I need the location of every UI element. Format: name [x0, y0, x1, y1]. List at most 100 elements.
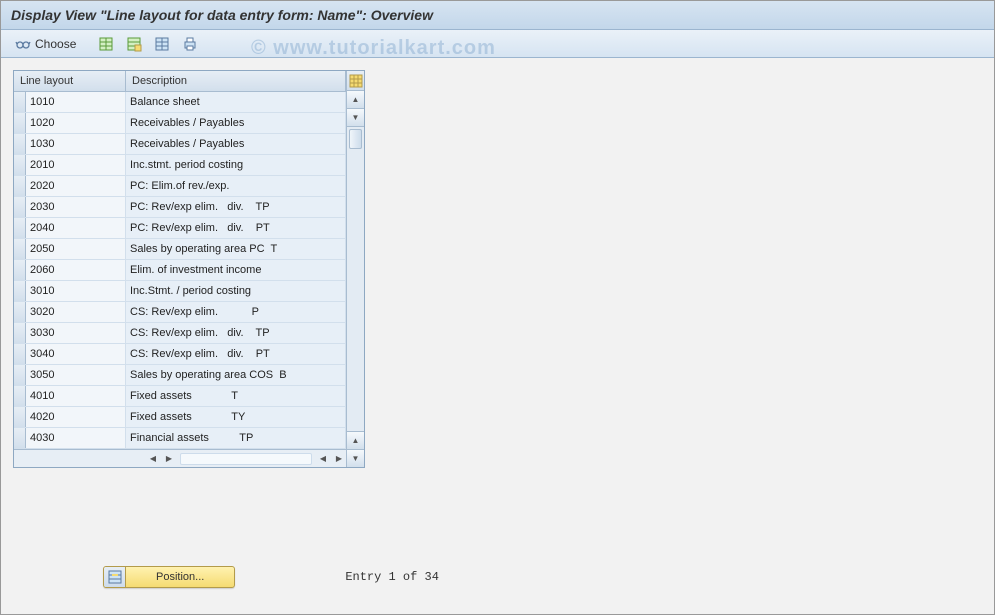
row-selector[interactable] — [14, 428, 26, 448]
table-config-icon[interactable] — [349, 74, 363, 88]
cell-line-layout[interactable]: 2020 — [26, 176, 126, 196]
row-selector[interactable] — [14, 344, 26, 364]
cell-description[interactable]: Sales by operating area PC T — [126, 239, 346, 259]
row-selector[interactable] — [14, 323, 26, 343]
table-row[interactable]: 2010Inc.stmt. period costing — [14, 155, 346, 176]
table-row[interactable]: 1020Receivables / Payables — [14, 113, 346, 134]
vscroll-down-icon[interactable]: ▼ — [347, 449, 364, 467]
cell-line-layout[interactable]: 1010 — [26, 92, 126, 112]
table-row[interactable]: 1030Receivables / Payables — [14, 134, 346, 155]
entry-count-label: Entry 1 of 34 — [345, 570, 439, 584]
row-selector[interactable] — [14, 260, 26, 280]
vscroll-up-icon[interactable]: ▲ — [347, 91, 364, 109]
row-selector[interactable] — [14, 197, 26, 217]
row-selector[interactable] — [14, 281, 26, 301]
row-selector[interactable] — [14, 134, 26, 154]
content-area: Line layout Description 1010Balance shee… — [1, 58, 994, 480]
toolbar-icon-4[interactable] — [178, 34, 202, 54]
choose-button[interactable]: Choose — [11, 34, 80, 54]
cell-line-layout[interactable]: 2040 — [26, 218, 126, 238]
table-row[interactable]: 3040CS: Rev/exp elim. div. PT — [14, 344, 346, 365]
table-row[interactable]: 2020PC: Elim.of rev./exp. — [14, 176, 346, 197]
col-header-description[interactable]: Description — [126, 71, 346, 91]
table-row[interactable]: 2060Elim. of investment income — [14, 260, 346, 281]
row-selector[interactable] — [14, 218, 26, 238]
cell-line-layout[interactable]: 3050 — [26, 365, 126, 385]
cell-line-layout[interactable]: 3010 — [26, 281, 126, 301]
row-selector[interactable] — [14, 365, 26, 385]
vscroll-up2-icon[interactable]: ▲ — [347, 431, 364, 449]
row-selector[interactable] — [14, 176, 26, 196]
table-row[interactable]: 2040PC: Rev/exp elim. div. PT — [14, 218, 346, 239]
toolbar-icon-3[interactable] — [150, 34, 174, 54]
vscroll-track[interactable] — [347, 127, 364, 431]
cell-line-layout[interactable]: 2060 — [26, 260, 126, 280]
grid-save-icon — [126, 36, 142, 52]
cell-description[interactable]: Financial assets TP — [126, 428, 346, 448]
table-row[interactable]: 4030Financial assets TP — [14, 428, 346, 449]
table-body: 1010Balance sheet1020Receivables / Payab… — [14, 92, 346, 449]
table-row[interactable]: 1010Balance sheet — [14, 92, 346, 113]
row-selector[interactable] — [14, 92, 26, 112]
cell-description[interactable]: Fixed assets TY — [126, 407, 346, 427]
hscroll-track[interactable] — [180, 453, 312, 465]
cell-description[interactable]: Receivables / Payables — [126, 113, 346, 133]
print-icon — [182, 36, 198, 52]
position-label: Position... — [126, 571, 234, 583]
cell-description[interactable]: Elim. of investment income — [126, 260, 346, 280]
table-row[interactable]: 4020Fixed assets TY — [14, 407, 346, 428]
table-row[interactable]: 4010Fixed assets T — [14, 386, 346, 407]
window-title-text: Display View "Line layout for data entry… — [11, 7, 433, 23]
cell-line-layout[interactable]: 3040 — [26, 344, 126, 364]
hscroll-left-icon[interactable]: ◀ — [146, 452, 160, 466]
table-row[interactable]: 3020CS: Rev/exp elim. P — [14, 302, 346, 323]
hscroll-left2-icon[interactable]: ◀ — [316, 452, 330, 466]
cell-description[interactable]: Balance sheet — [126, 92, 346, 112]
cell-description[interactable]: PC: Rev/exp elim. div. PT — [126, 218, 346, 238]
data-table: Line layout Description 1010Balance shee… — [13, 70, 365, 468]
row-selector[interactable] — [14, 302, 26, 322]
row-selector[interactable] — [14, 239, 26, 259]
cell-description[interactable]: CS: Rev/exp elim. P — [126, 302, 346, 322]
hscroll-right-icon[interactable]: ▶ — [332, 452, 346, 466]
cell-description[interactable]: Receivables / Payables — [126, 134, 346, 154]
cell-description[interactable]: CS: Rev/exp elim. div. PT — [126, 344, 346, 364]
row-selector[interactable] — [14, 386, 26, 406]
table-row[interactable]: 2030PC: Rev/exp elim. div. TP — [14, 197, 346, 218]
cell-description[interactable]: PC: Elim.of rev./exp. — [126, 176, 346, 196]
cell-line-layout[interactable]: 2050 — [26, 239, 126, 259]
toolbar-icon-1[interactable] — [94, 34, 118, 54]
cell-description[interactable]: Inc.stmt. period costing — [126, 155, 346, 175]
cell-line-layout[interactable]: 3020 — [26, 302, 126, 322]
cell-line-layout[interactable]: 4010 — [26, 386, 126, 406]
table-row[interactable]: 3010Inc.Stmt. / period costing — [14, 281, 346, 302]
cell-line-layout[interactable]: 1020 — [26, 113, 126, 133]
cell-line-layout[interactable]: 2030 — [26, 197, 126, 217]
table-row[interactable]: 3030CS: Rev/exp elim. div. TP — [14, 323, 346, 344]
cell-description[interactable]: Inc.Stmt. / period costing — [126, 281, 346, 301]
vscroll-thumb[interactable] — [349, 129, 362, 149]
vertical-scrollbar[interactable]: ▲ ▼ ▲ ▼ — [346, 71, 364, 467]
choose-label: Choose — [35, 37, 76, 51]
vscroll-down1-icon[interactable]: ▼ — [347, 109, 364, 127]
table-row[interactable]: 3050Sales by operating area COS B — [14, 365, 346, 386]
cell-line-layout[interactable]: 2010 — [26, 155, 126, 175]
hscroll-right-inner-icon[interactable]: ▶ — [162, 452, 176, 466]
cell-description[interactable]: PC: Rev/exp elim. div. TP — [126, 197, 346, 217]
row-selector[interactable] — [14, 155, 26, 175]
position-button[interactable]: Position... — [103, 566, 235, 588]
col1-label: Line layout — [20, 75, 73, 87]
cell-description[interactable]: Fixed assets T — [126, 386, 346, 406]
horizontal-scrollbar[interactable]: ◀ ▶ ◀ ▶ — [14, 449, 346, 467]
cell-line-layout[interactable]: 1030 — [26, 134, 126, 154]
cell-line-layout[interactable]: 4020 — [26, 407, 126, 427]
cell-line-layout[interactable]: 3030 — [26, 323, 126, 343]
cell-description[interactable]: CS: Rev/exp elim. div. TP — [126, 323, 346, 343]
row-selector[interactable] — [14, 407, 26, 427]
cell-line-layout[interactable]: 4030 — [26, 428, 126, 448]
toolbar-icon-2[interactable] — [122, 34, 146, 54]
table-row[interactable]: 2050Sales by operating area PC T — [14, 239, 346, 260]
col-header-line-layout[interactable]: Line layout — [14, 71, 126, 91]
row-selector[interactable] — [14, 113, 26, 133]
cell-description[interactable]: Sales by operating area COS B — [126, 365, 346, 385]
